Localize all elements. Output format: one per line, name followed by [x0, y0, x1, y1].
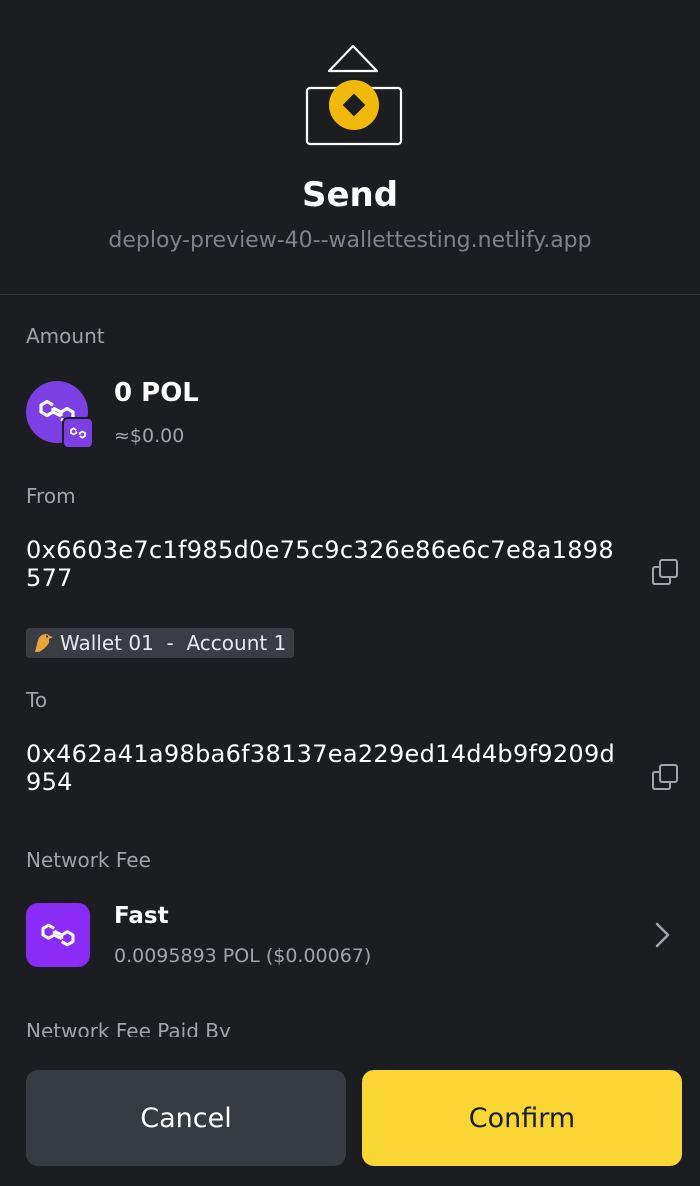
polygon-icon: [41, 923, 75, 947]
network-fee-speed[interactable]: Fast: [114, 903, 169, 929]
from-address: 0x6603e7c1f985d0e75c9c326e86e6c7e8a18985…: [26, 536, 614, 592]
cancel-button[interactable]: Cancel: [26, 1070, 346, 1166]
polygon-fee-icon: [26, 903, 90, 967]
chevron-right-icon[interactable]: [650, 919, 674, 951]
copy-icon: [652, 764, 678, 790]
send-icon: [305, 44, 403, 146]
network-fee-amount: 0.0095893 POL ($0.00067): [114, 945, 372, 967]
dialog-header: Send deploy-preview-40--wallettesting.ne…: [0, 0, 700, 295]
dapp-origin-url: deploy-preview-40--wallettesting.netlify…: [108, 228, 592, 253]
network-fee-paid-by-label: Network Fee Paid By: [26, 1019, 231, 1037]
amount-label: Amount: [26, 324, 105, 348]
account-tag-label: Wallet 01 - Account 1: [60, 631, 287, 655]
to-address: 0x462a41a98ba6f38137ea229ed14d4b9f9209d9…: [26, 740, 616, 796]
send-confirmation-dialog: Send deploy-preview-40--wallettesting.ne…: [0, 0, 700, 1186]
amount-fiat-value: ≈$0.00: [114, 425, 185, 447]
from-label: From: [26, 484, 76, 508]
transaction-details[interactable]: Amount 0 POL ≈$0.00 From 0x6603e7c1f985d…: [0, 295, 700, 1037]
polygon-network-badge-icon: [62, 417, 94, 449]
network-fee-label: Network Fee: [26, 848, 151, 872]
copy-icon: [652, 559, 678, 585]
confirm-button[interactable]: Confirm: [362, 1070, 682, 1166]
amount-value: 0 POL: [114, 378, 199, 408]
to-label: To: [26, 688, 48, 712]
action-footer: Cancel Confirm: [0, 1037, 700, 1186]
copy-to-address-button[interactable]: [648, 760, 682, 794]
copy-from-address-button[interactable]: [648, 555, 682, 589]
account-tag: Wallet 01 - Account 1: [26, 628, 295, 658]
page-title: Send: [301, 175, 399, 215]
eagle-icon: [35, 634, 53, 652]
